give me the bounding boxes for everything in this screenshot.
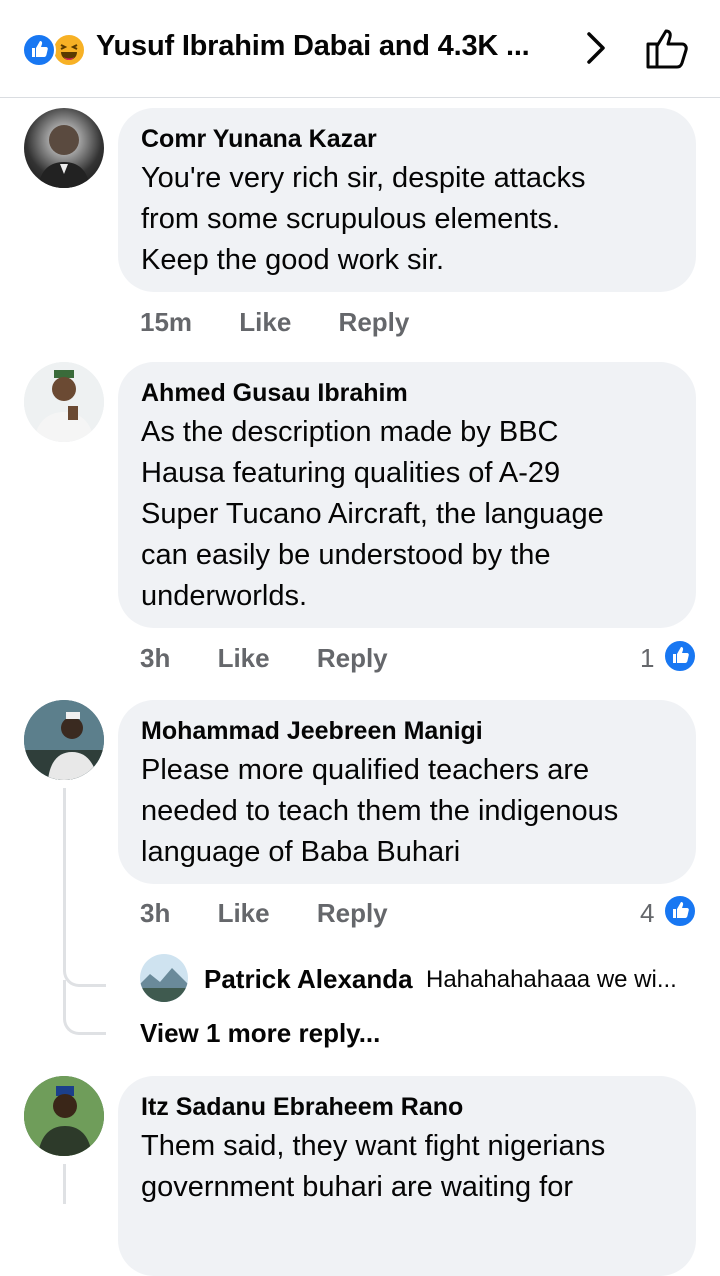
comment-bubble[interactable]: Comr Yunana Kazar You're very rich sir, … — [118, 108, 696, 292]
thread-connector — [63, 980, 106, 1035]
comment-line: You're very rich sir, despite attacks — [141, 162, 586, 194]
comment-bubble[interactable]: Mohammad Jeebreen Manigi Please more qua… — [118, 700, 696, 884]
avatar[interactable] — [24, 362, 104, 442]
chevron-right-icon[interactable] — [584, 30, 608, 66]
reply-author[interactable]: Patrick Alexanda — [204, 964, 413, 995]
comment-line: As the description made by BBC — [141, 416, 559, 448]
comment-actions: 3h Like Reply — [140, 643, 388, 674]
avatar[interactable] — [24, 108, 104, 188]
comment-text: You're very rich sir, despite attacks fr… — [141, 158, 672, 281]
comment-line: Super Tucano Aircraft, the language — [141, 498, 604, 530]
reply-button[interactable]: Reply — [339, 307, 410, 338]
comment-line: Please more qualified teachers are — [141, 754, 590, 786]
comment-actions: 15m Like Reply — [140, 307, 409, 338]
comment-line: can easily be understood by the — [141, 539, 551, 571]
avatar[interactable] — [24, 700, 104, 780]
avatar[interactable] — [24, 1076, 104, 1156]
reaction-summary[interactable] — [22, 33, 92, 67]
comment-time: 15m — [140, 307, 193, 337]
thumbs-up-outline-icon[interactable] — [644, 26, 692, 70]
like-button[interactable]: Like — [218, 643, 270, 674]
reaction-count[interactable]: 1 — [640, 643, 654, 674]
reply-button[interactable]: Reply — [317, 898, 388, 929]
comment-actions: 3h Like Reply — [140, 898, 388, 929]
comment-line: needed to teach them the indigenous — [141, 795, 619, 827]
thread-connector — [63, 788, 106, 987]
comment-line: Them said, they want fight nigerians — [141, 1130, 606, 1162]
comment-bubble[interactable]: Itz Sadanu Ebraheem Rano Them said, they… — [118, 1076, 696, 1276]
reply-text: Hahahahahaaa we wi... — [426, 966, 677, 993]
comment-line: Keep the good work sir. — [141, 244, 445, 276]
comment-author[interactable]: Ahmed Gusau Ibrahim — [141, 376, 672, 410]
like-button[interactable]: Like — [239, 307, 291, 338]
comment-time: 3h — [140, 898, 171, 928]
comment-line: from some scrupulous elements. — [141, 203, 561, 235]
like-button[interactable]: Like — [218, 898, 270, 929]
reaction-count[interactable]: 4 — [640, 898, 654, 929]
comment-author[interactable]: Itz Sadanu Ebraheem Rano — [141, 1090, 672, 1124]
comment-text: Them said, they want fight nigerians gov… — [141, 1126, 672, 1208]
comment-line: underworlds. — [141, 580, 308, 612]
comment-text: Please more qualified teachers are neede… — [141, 750, 672, 873]
reply-button[interactable]: Reply — [317, 643, 388, 674]
haha-reaction-icon — [52, 33, 86, 67]
comment-author[interactable]: Mohammad Jeebreen Manigi — [141, 714, 672, 748]
comment-bubble[interactable]: Ahmed Gusau Ibrahim As the description m… — [118, 362, 696, 628]
reactors-title[interactable]: Yusuf Ibrahim Dabai and 4.3K ... — [96, 30, 530, 63]
view-more-replies-link[interactable]: View 1 more reply... — [140, 1018, 380, 1049]
comment-line: language of Baba Buhari — [141, 836, 461, 868]
comment-line: Hausa featuring qualities of A-29 — [141, 457, 561, 489]
comments-header: Yusuf Ibrahim Dabai and 4.3K ... — [0, 0, 720, 98]
comment-text: As the description made by BBC Hausa fea… — [141, 412, 672, 617]
like-reaction-icon — [22, 33, 56, 67]
avatar[interactable] — [140, 954, 188, 1002]
comment-time: 3h — [140, 643, 171, 673]
comment-author[interactable]: Comr Yunana Kazar — [141, 122, 672, 156]
like-reaction-icon[interactable] — [663, 639, 697, 673]
thread-connector — [63, 1164, 66, 1204]
like-reaction-icon[interactable] — [663, 894, 697, 928]
